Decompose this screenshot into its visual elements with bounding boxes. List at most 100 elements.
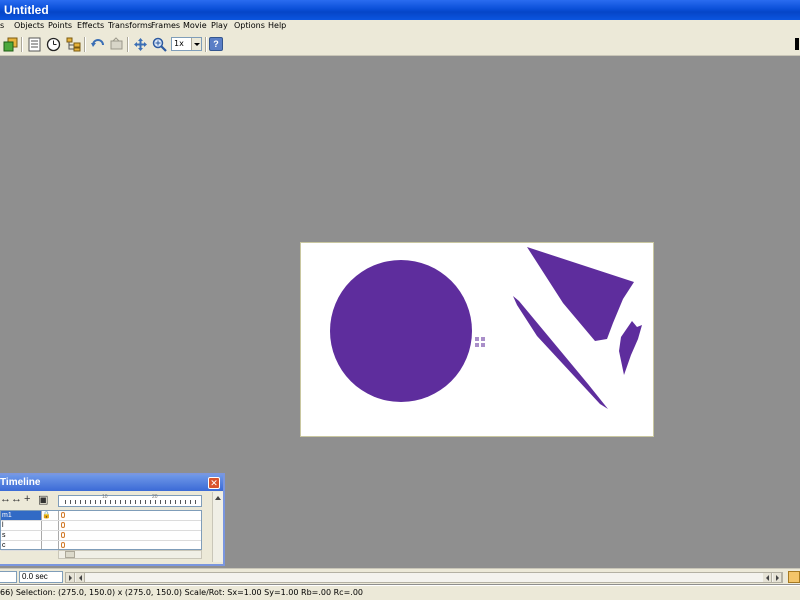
menu-movie[interactable]: Movie <box>183 21 207 30</box>
keyframe-marker[interactable] <box>61 542 65 548</box>
toolbar-separator <box>205 37 207 52</box>
menu-transforms[interactable]: Transforms <box>108 21 152 30</box>
ruler-tick <box>70 500 71 504</box>
ruler-tick <box>160 500 161 504</box>
scroll-thumb[interactable] <box>65 551 75 558</box>
frame-field[interactable] <box>0 571 17 583</box>
purple-leaf[interactable] <box>619 321 642 375</box>
keyframe-marker[interactable] <box>61 512 65 518</box>
ruler-tick <box>155 500 156 504</box>
menu-options[interactable]: Options <box>234 21 265 30</box>
tree-icon[interactable] <box>65 36 82 53</box>
ruler-tick <box>115 500 116 504</box>
scroll-left-icon[interactable] <box>76 573 85 582</box>
timeline-tools: ↔ ↔ + ▣ <box>0 493 60 509</box>
zoom-select[interactable]: 1x <box>171 37 202 51</box>
ruler-tick <box>130 500 131 504</box>
stage-canvas[interactable] <box>300 242 654 437</box>
ruler-tick <box>165 500 166 504</box>
menu-frames[interactable]: Frames <box>151 21 180 30</box>
timeline-row[interactable]: m1 🔒 <box>1 511 201 521</box>
status-text: 66) Selection: (275.0, 150.0) x (275.0, … <box>0 588 363 597</box>
lock-icon[interactable]: 🔒 <box>41 511 59 520</box>
layer-name: m1 <box>1 511 41 520</box>
chevron-down-icon[interactable] <box>191 38 201 50</box>
timeline-horizontal-scrollbar[interactable] <box>58 550 202 559</box>
ruler-tick <box>80 500 81 504</box>
insert-icon[interactable]: + <box>24 493 30 505</box>
ruler-tick <box>75 500 76 504</box>
scroll-right-icon[interactable] <box>66 573 75 582</box>
toolbar: 1x ? <box>0 33 800 56</box>
undo-icon[interactable] <box>89 36 106 53</box>
timeline-panel: Timeline ✕ ↔ ↔ + ▣ 10 20 m1 🔒 l s c <box>0 473 225 566</box>
toolbar-separator <box>84 37 86 52</box>
properties-icon[interactable] <box>26 36 43 53</box>
zoom-icon[interactable] <box>151 36 168 53</box>
menu-effects[interactable]: Effects <box>77 21 104 30</box>
arrow-right-icon[interactable]: ↔ <box>0 493 11 505</box>
ruler-tick <box>140 500 141 504</box>
timeline-ruler[interactable]: 10 20 <box>58 494 202 507</box>
timeline-row[interactable]: l <box>1 521 201 531</box>
purple-polygon-upper[interactable] <box>527 247 634 341</box>
close-icon[interactable]: ✕ <box>208 477 220 489</box>
time-field[interactable]: 0.0 sec <box>19 571 63 583</box>
ruler-tick <box>90 500 91 504</box>
zoom-value: 1x <box>174 39 184 48</box>
ruler-tick <box>170 500 171 504</box>
time-scrollbar[interactable] <box>65 572 783 583</box>
add-object-icon[interactable] <box>2 36 19 53</box>
help-button[interactable]: ? <box>209 37 223 51</box>
layer-name: c <box>2 542 6 549</box>
window-title: Untitled <box>4 3 49 17</box>
toolbar-edge-marker <box>795 38 799 50</box>
ruler-tick <box>180 500 181 504</box>
scroll-up-icon[interactable] <box>214 494 222 502</box>
ruler-tick <box>150 500 151 504</box>
layer-name: l <box>2 522 4 529</box>
layer-name: s <box>2 532 6 539</box>
menu-points[interactable]: Points <box>48 21 72 30</box>
time-bar: 0.0 sec <box>0 568 800 584</box>
expand-icon[interactable]: ↔ <box>11 493 22 505</box>
ruler-tick <box>95 500 96 504</box>
menu-play[interactable]: Play <box>211 21 228 30</box>
timeline-row[interactable]: s <box>1 531 201 541</box>
toolbar-separator <box>127 37 129 52</box>
play-control-icon[interactable] <box>788 571 800 583</box>
ruler-tick <box>100 500 101 504</box>
selection-handle[interactable] <box>475 337 485 347</box>
redo-icon[interactable] <box>108 36 125 53</box>
keyframe-marker[interactable] <box>61 532 65 538</box>
menu-objects[interactable]: Objects <box>14 21 44 30</box>
ruler-tick <box>105 500 106 504</box>
purple-circle[interactable] <box>330 260 472 402</box>
keyframe-marker[interactable] <box>61 522 65 528</box>
timeline-header[interactable]: Timeline ✕ <box>0 475 223 491</box>
ruler-tick <box>195 500 196 504</box>
timeline-title: Timeline <box>0 477 41 488</box>
status-bar: 66) Selection: (275.0, 150.0) x (275.0, … <box>0 585 800 600</box>
ruler-tick <box>175 500 176 504</box>
ruler-tick <box>185 500 186 504</box>
menu-help[interactable]: Help <box>268 21 286 30</box>
ruler-tick <box>125 500 126 504</box>
scroll-right-icon[interactable] <box>773 573 782 582</box>
ruler-tick <box>120 500 121 504</box>
menu-bar: s Objects Points Effects Transforms Fram… <box>0 20 800 33</box>
ruler-tick <box>190 500 191 504</box>
layer-icon[interactable]: ▣ <box>38 493 48 506</box>
ruler-tick <box>145 500 146 504</box>
ruler-tick <box>135 500 136 504</box>
timeline-grid[interactable]: m1 🔒 l s c <box>0 510 202 551</box>
scroll-left-icon[interactable] <box>763 573 772 582</box>
timeline-vertical-scrollbar[interactable] <box>212 492 223 562</box>
ruler-tick <box>65 500 66 504</box>
title-bar: Untitled <box>0 0 800 20</box>
menu-item-partial[interactable]: s <box>0 21 4 30</box>
ruler-tick <box>85 500 86 504</box>
ruler-tick <box>110 500 111 504</box>
move-icon[interactable] <box>132 36 149 53</box>
clock-icon[interactable] <box>45 36 62 53</box>
